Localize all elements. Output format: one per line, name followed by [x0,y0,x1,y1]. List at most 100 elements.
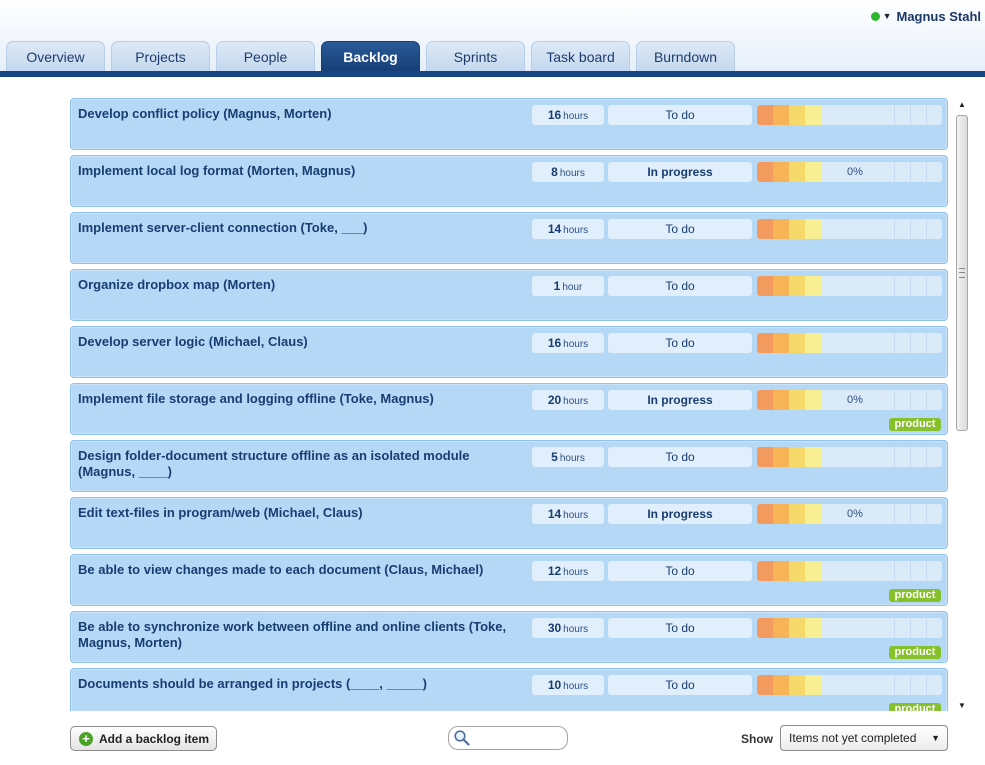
backlog-item-title[interactable]: Organize dropbox map (Morten) [78,277,526,293]
hours-estimate[interactable]: 16 hours [532,105,604,125]
status-selector[interactable]: To do [608,219,752,239]
status-selector[interactable]: In progress [608,504,752,524]
backlog-item[interactable]: Develop server logic (Michael, Claus) 16 h… [70,326,948,378]
backlog-item[interactable]: Implement file storage and logging offli… [70,383,948,435]
backlog-item-title[interactable]: Be able to synchronize work between offl… [78,619,526,651]
tab-sprints[interactable]: Sprints [426,41,525,71]
status-selector[interactable]: To do [608,618,752,638]
progress-segment [773,675,789,695]
status-selector[interactable]: To do [608,105,752,125]
progress-segment [757,390,773,410]
hours-estimate[interactable]: 20 hours [532,390,604,410]
status-selector[interactable]: To do [608,561,752,581]
hours-estimate[interactable]: 5 hours [532,447,604,467]
product-badge: product [889,589,941,602]
backlog-item-title[interactable]: Edit text-files in program/web (Michael,… [78,505,526,521]
hours-value: 16 [547,336,562,350]
scrollbar[interactable]: ▲ ▼ [955,98,969,713]
progress-bar [757,276,942,296]
hours-value: 20 [547,393,562,407]
progress-segment [805,162,821,182]
hours-estimate[interactable]: 16 hours [532,333,604,353]
backlog-list: Develop conflict policy (Magnus, Morten)… [70,98,950,711]
search-box[interactable] [448,726,568,750]
progress-segment [773,390,789,410]
hours-unit: hours [563,111,589,122]
progress-segment [789,105,805,125]
tab-overview[interactable]: Overview [6,41,105,71]
hours-estimate[interactable]: 14 hours [532,219,604,239]
progress-segment [789,504,805,524]
backlog-item[interactable]: Design folder-document structure offline… [70,440,948,492]
backlog-item[interactable]: Be able to synchronize work between offl… [70,611,948,663]
backlog-item[interactable]: Be able to view changes made to each doc… [70,554,948,606]
tab-backlog[interactable]: Backlog [321,41,420,71]
progress-ticks [894,333,942,353]
tab-burndown[interactable]: Burndown [636,41,735,71]
backlog-item-title[interactable]: Documents should be arranged in projects… [78,676,526,692]
show-filter-select[interactable]: Items not yet completed ▼ [780,725,948,751]
status-selector[interactable]: In progress [608,162,752,182]
progress-track: 0% [821,390,942,410]
backlog-item[interactable]: Develop conflict policy (Magnus, Morten)… [70,98,948,150]
status-selector[interactable]: To do [608,675,752,695]
progress-segment [805,618,821,638]
hours-unit: hour [562,282,583,293]
scroll-up-arrow-icon[interactable]: ▲ [955,98,969,112]
backlog-item-title[interactable]: Implement local log format (Morten, Magn… [78,163,526,179]
hours-unit: hours [563,510,589,521]
search-input[interactable] [475,730,567,748]
progress-segment [773,447,789,467]
status-selector[interactable]: To do [608,333,752,353]
status-selector[interactable]: To do [608,447,752,467]
hours-estimate[interactable]: 12 hours [532,561,604,581]
main-tabs: Overview Projects People Backlog Sprints Task… [6,41,741,72]
backlog-item-title[interactable]: Develop server logic (Michael, Claus) [78,334,526,350]
tab-task-board[interactable]: Task board [531,41,630,71]
hours-estimate[interactable]: 1 hour [532,276,604,296]
backlog-item[interactable]: Implement server-client connection (Toke… [70,212,948,264]
scroll-grip-icon [959,268,965,278]
hours-estimate[interactable]: 30 hours [532,618,604,638]
tab-bar-underline [0,71,985,77]
hours-estimate[interactable]: 14 hours [532,504,604,524]
chevron-down-icon[interactable]: ▼ [883,11,892,21]
hours-estimate[interactable]: 10 hours [532,675,604,695]
progress-segment [805,447,821,467]
user-name[interactable]: Magnus Stahl [896,9,981,24]
show-filter-label: Show [741,732,773,746]
backlog-item[interactable]: Organize dropbox map (Morten) 1 hour To do [70,269,948,321]
progress-segment [757,276,773,296]
backlog-item[interactable]: Documents should be arranged in projects… [70,668,948,711]
tab-projects[interactable]: Projects [111,41,210,71]
hours-value: 30 [547,621,562,635]
backlog-item[interactable]: Implement local log format (Morten, Magn… [70,155,948,207]
progress-ticks [894,219,942,239]
progress-segment [757,447,773,467]
tab-people[interactable]: People [216,41,315,71]
product-badge: product [889,418,941,431]
hours-unit: hours [563,567,589,578]
backlog-item-title[interactable]: Implement file storage and logging offli… [78,391,526,407]
status-selector[interactable]: In progress [608,390,752,410]
progress-track: 0% [821,504,942,524]
status-selector[interactable]: To do [608,276,752,296]
hours-value: 8 [551,165,558,179]
user-menu[interactable]: ▼ Magnus Stahl [870,8,981,24]
progress-ticks [894,675,942,695]
progress-segment [757,504,773,524]
hours-value: 5 [551,450,558,464]
hours-estimate[interactable]: 8 hours [532,162,604,182]
progress-segment [805,504,821,524]
progress-segment [773,219,789,239]
scroll-thumb[interactable] [956,115,968,431]
backlog-item-title[interactable]: Design folder-document structure offline… [78,448,526,480]
backlog-item-title[interactable]: Be able to view changes made to each doc… [78,562,526,578]
backlog-item[interactable]: Edit text-files in program/web (Michael,… [70,497,948,549]
progress-ticks [894,618,942,638]
scroll-down-arrow-icon[interactable]: ▼ [955,699,969,713]
backlog-item-title[interactable]: Develop conflict policy (Magnus, Morten) [78,106,526,122]
progress-segment [773,276,789,296]
backlog-item-title[interactable]: Implement server-client connection (Toke… [78,220,526,236]
add-backlog-item-button[interactable]: + Add a backlog item [70,726,217,751]
